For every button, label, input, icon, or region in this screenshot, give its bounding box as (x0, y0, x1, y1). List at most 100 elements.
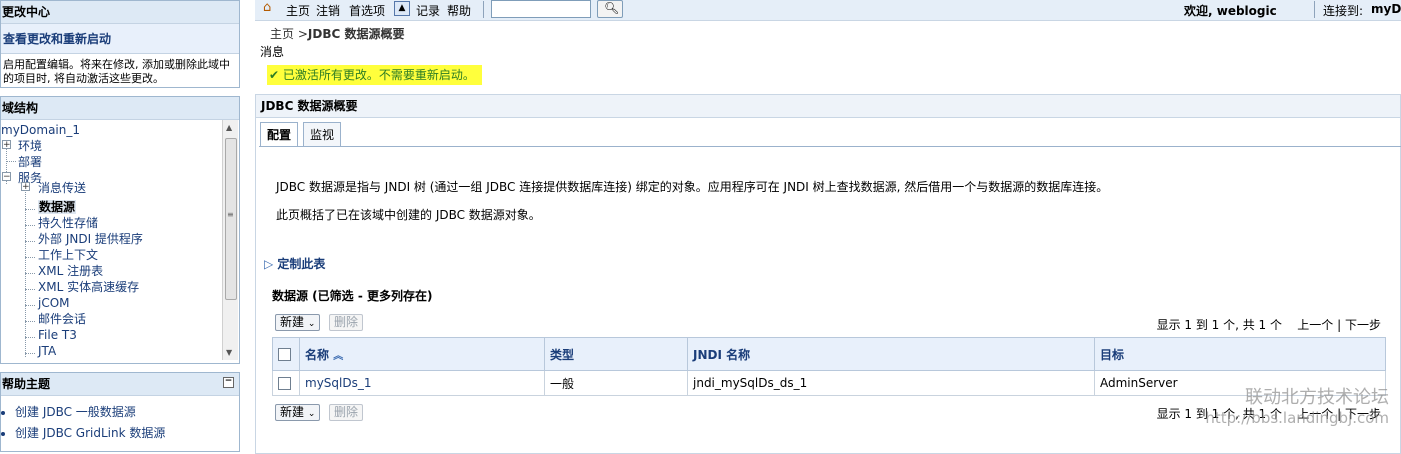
pager-prev[interactable]: 上一个 (1297, 318, 1333, 332)
column-jndi[interactable]: JNDI 名称 (687, 337, 1095, 371)
row-name-link[interactable]: mySqlDs_1 (299, 370, 545, 396)
tree-item-deploy[interactable]: 部署 (18, 154, 42, 170)
customize-table-link[interactable]: ▷ 定制此表 (264, 255, 325, 272)
tree-item-filet3[interactable]: File T3 (38, 327, 77, 343)
tree-item-datasource-label: 数据源 (38, 200, 77, 214)
tree-item-env[interactable]: 环境 (18, 138, 42, 154)
select-all-checkbox[interactable] (278, 348, 291, 361)
breadcrumb-home[interactable]: 主页 (270, 27, 294, 41)
column-name-label: 名称 (305, 347, 330, 362)
tree-item-jta[interactable]: JTA (38, 343, 56, 359)
row-select-cell[interactable] (272, 370, 300, 396)
new-button-bottom-label: 新建 (280, 405, 305, 419)
tab-configuration[interactable]: 配置 (260, 122, 299, 146)
record-link[interactable]: 记录 (416, 2, 440, 19)
tree-item-persist[interactable]: 持久性存储 (38, 215, 98, 231)
delete-button-bottom[interactable]: 删除 (329, 404, 364, 421)
customize-table-text: 定制此表 (277, 257, 326, 271)
scroll-thumb[interactable]: ≡ (225, 138, 237, 300)
pager-text: 显示 1 到 1 个, 共 1 个 (1156, 318, 1282, 332)
tree-item-jndi[interactable]: 外部 JNDI 提供程序 (38, 231, 143, 247)
change-center-text: 启用配置编辑。将来在修改, 添加或删除此域中的项目时, 将自动激活这些更改。 (3, 58, 230, 85)
help-link-generic-ds[interactable]: 创建 JDBC 一般数据源 (15, 402, 239, 423)
tree-item-messaging[interactable]: 消息传送 (38, 180, 86, 196)
tree-root[interactable]: myDomain_1 (1, 122, 80, 138)
tree-item-workctx[interactable]: 工作上下文 (38, 247, 98, 263)
column-target[interactable]: 目标 (1094, 337, 1386, 371)
description-1: JDBC 数据源是指与 JNDI 树 (通过一组 JDBC 连接提供数据库连接)… (276, 180, 1109, 194)
sort-ascending-icon[interactable]: ︽ (333, 351, 343, 362)
description-2: 此页概括了已在该域中创建的 JDBC 数据源对象。 (276, 208, 541, 222)
preferences-link[interactable]: 首选项 (349, 2, 385, 19)
pager-next[interactable]: 下一步 (1345, 318, 1381, 332)
scroll-down-icon[interactable]: ▼ (226, 348, 232, 357)
success-message: ✔ 已激活所有更改。不需要重新启动。 (267, 65, 482, 85)
logout-link[interactable]: 注销 (316, 2, 340, 19)
grip-icon: ≡ (227, 210, 234, 219)
column-type[interactable]: 类型 (544, 337, 688, 371)
expand-icon[interactable]: + (21, 182, 30, 192)
search-icon: 🔍︎ (604, 1, 620, 15)
triangle-right-icon: ▷ (264, 257, 274, 271)
row-type: 一般 (544, 370, 688, 396)
help-topics-panel: 帮助主题 − 创建 JDBC 一般数据源 创建 JDBC GridLink 数据… (0, 372, 240, 452)
checkmark-icon: ✔ (269, 68, 280, 82)
messages-title: 消息 (260, 45, 285, 59)
top-toolbar: ⌂ 主页 注销 首选项 ▲ 记录 帮助 🔍︎ 欢迎, weblogic 连接到:… (255, 0, 1401, 21)
search-button[interactable]: 🔍︎ (597, 0, 623, 18)
row-jndi: jndi_mySqlDs_ds_1 (687, 370, 1095, 396)
table-caption: 数据源 (已筛选 - 更多列存在) (272, 289, 433, 303)
select-all-cell[interactable] (272, 337, 300, 371)
pager: 显示 1 到 1 个, 共 1 个 上一个 | 下一步 (1157, 316, 1381, 333)
home-icon[interactable]: ⌂ (263, 0, 271, 15)
watermark: 联动北方技术论坛 http://bbs.landingbj.com (1205, 388, 1389, 428)
breadcrumb: 主页 >JDBC 数据源概要 (270, 25, 404, 42)
record-icon[interactable]: ▲ (394, 1, 410, 16)
breadcrumb-current: JDBC 数据源概要 (307, 27, 405, 41)
tree-scrollbar[interactable]: ▲ ≡ ▼ (222, 120, 238, 360)
toolbar-divider (1314, 1, 1315, 18)
tree-item-xmlreg[interactable]: XML 注册表 (38, 263, 103, 279)
chevron-down-icon: ⌄ (307, 409, 316, 419)
help-topics-title-text: 帮助主题 (2, 377, 51, 391)
new-button-bottom[interactable]: 新建 ⌄ (275, 404, 321, 421)
row-checkbox[interactable] (278, 377, 291, 390)
help-topics-title: 帮助主题 − (1, 373, 239, 396)
watermark-line1: 联动北方技术论坛 (1245, 387, 1389, 408)
breadcrumb-separator: > (297, 27, 308, 41)
home-link[interactable]: 主页 (286, 2, 310, 19)
new-button-label: 新建 (280, 315, 305, 329)
expand-icon[interactable]: + (2, 140, 11, 150)
help-topics-list: 创建 JDBC 一般数据源 创建 JDBC GridLink 数据源 (1, 402, 239, 444)
table-header-row: 名称 ︽ 类型 JNDI 名称 目标 (272, 337, 1386, 371)
delete-button[interactable]: 删除 (329, 314, 364, 331)
column-name[interactable]: 名称 ︽ (299, 337, 545, 371)
welcome-text: 欢迎, weblogic (1184, 4, 1277, 18)
connected-domain: myDomain_1 (1371, 2, 1401, 16)
search-input[interactable] (491, 0, 591, 18)
tree-item-xmlcache[interactable]: XML 实体高速缓存 (38, 279, 139, 295)
success-message-text: 已激活所有更改。不需要重新启动。 (282, 68, 475, 82)
content-title: JDBC 数据源概要 (256, 95, 1400, 118)
help-link-gridlink-ds[interactable]: 创建 JDBC GridLink 数据源 (15, 423, 239, 444)
scroll-up-icon[interactable]: ▲ (226, 123, 232, 132)
pager-separator: | (1337, 318, 1342, 332)
view-changes-link[interactable]: 查看更改和重新启动 (1, 24, 239, 54)
domain-structure-title: 域结构 (1, 97, 239, 120)
domain-structure-panel: 域结构 myDomain_1 + 环境 部署 − 服务 + 消息传送 数据源 持… (0, 96, 240, 364)
tree-item-mail[interactable]: 邮件会话 (38, 311, 86, 327)
connected-label: 连接到: (1323, 4, 1364, 18)
watermark-line2: http://bbs.landingbj.com (1205, 409, 1389, 427)
tab-monitoring[interactable]: 监视 (303, 122, 342, 146)
tree-item-jcom[interactable]: jCOM (38, 295, 70, 311)
collapse-icon[interactable]: − (2, 172, 11, 182)
change-center-panel: 更改中心 查看更改和重新启动 启用配置编辑。将来在修改, 添加或删除此域中的项目… (0, 0, 240, 88)
collapse-icon[interactable]: − (223, 377, 234, 388)
change-center-title: 更改中心 (1, 1, 239, 24)
new-button[interactable]: 新建 ⌄ (275, 314, 321, 331)
toolbar-divider (483, 1, 484, 18)
tree-item-datasource[interactable]: 数据源 (38, 199, 77, 215)
tab-divider (259, 146, 1401, 147)
help-link[interactable]: 帮助 (447, 2, 471, 19)
domain-tree: myDomain_1 + 环境 部署 − 服务 + 消息传送 数据源 持久性存储… (1, 120, 223, 360)
